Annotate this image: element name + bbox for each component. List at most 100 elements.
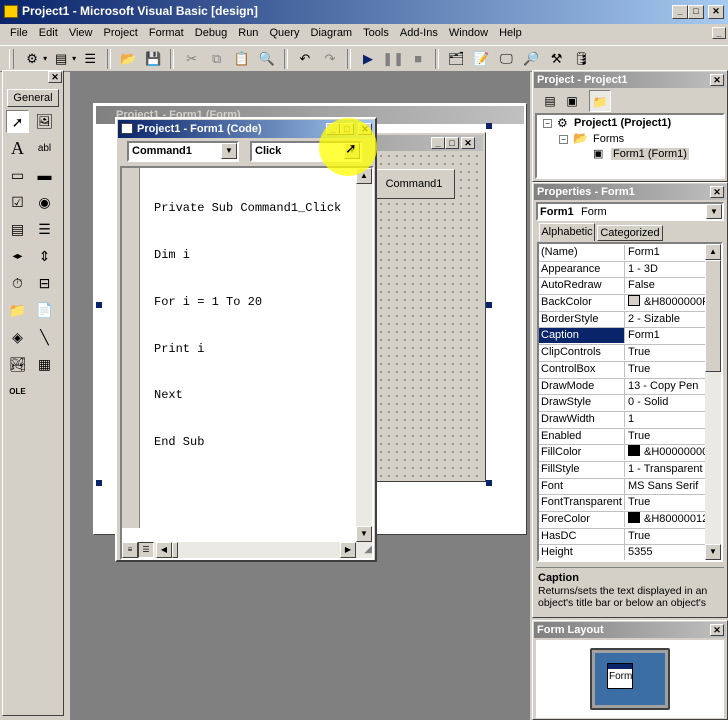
combobox-tool-icon[interactable]: ▤: [6, 218, 29, 241]
break-icon[interactable]: ❚❚: [382, 48, 404, 70]
command1-button[interactable]: Command1: [373, 169, 455, 199]
form-preview[interactable]: Form: [607, 663, 633, 689]
menu-query[interactable]: Query: [266, 24, 304, 42]
toolbox-tab-general[interactable]: General: [7, 89, 59, 107]
property-row[interactable]: DrawStyle 0 - Solid: [539, 395, 705, 412]
paste-icon[interactable]: 📋: [231, 48, 253, 70]
property-row[interactable]: AutoRedraw False: [539, 278, 705, 296]
property-value[interactable]: Form1: [626, 328, 660, 343]
menu-window[interactable]: Window: [445, 24, 492, 42]
shape-tool-icon[interactable]: ◈: [6, 326, 29, 349]
vscrollbar-tool-icon[interactable]: ⇕: [33, 245, 56, 268]
property-value[interactable]: 1: [626, 412, 634, 427]
menu-tools[interactable]: Tools: [359, 24, 393, 42]
menu-help[interactable]: Help: [495, 24, 526, 42]
data-tool-icon[interactable]: ▦: [33, 353, 56, 376]
open-project-icon[interactable]: 📂: [117, 48, 139, 70]
form-layout-icon[interactable]: 🖵: [495, 48, 517, 70]
tree-collapse-icon[interactable]: −: [543, 119, 552, 128]
properties-window-icon[interactable]: 📝: [470, 48, 492, 70]
find-icon[interactable]: 🔍: [256, 48, 278, 70]
property-value[interactable]: True: [626, 362, 650, 377]
prop-scroll-up-icon[interactable]: ▲: [705, 244, 721, 260]
menu-debug[interactable]: Debug: [191, 24, 231, 42]
property-row[interactable]: HasDC True: [539, 528, 705, 546]
view-code-icon[interactable]: ▤: [539, 90, 561, 112]
property-row[interactable]: Height 5355: [539, 545, 705, 560]
object-selector-dropdown-icon[interactable]: ▼: [706, 204, 722, 219]
object-combo-dropdown-icon[interactable]: ▼: [221, 143, 237, 159]
scroll-down-icon[interactable]: ▼: [356, 526, 372, 542]
code-horizontal-scrollbar[interactable]: ≡ ☰ ◀ ▶ ◢: [122, 542, 372, 558]
property-value[interactable]: &H80000012: [626, 512, 705, 527]
object-combo[interactable]: Command1 ▼: [127, 141, 239, 162]
pointer-tool-icon[interactable]: ➚: [6, 110, 29, 133]
property-row[interactable]: ControlBox True: [539, 361, 705, 379]
ole-tool-icon[interactable]: OLE: [6, 380, 29, 403]
save-project-icon[interactable]: 💾: [142, 48, 164, 70]
property-row[interactable]: Caption Form1: [539, 328, 705, 346]
property-value[interactable]: True: [626, 495, 650, 510]
timer-tool-icon[interactable]: ⏱: [6, 272, 29, 295]
property-row[interactable]: Font MS Sans Serif: [539, 478, 705, 496]
picturebox-tool-icon[interactable]: 🖼: [33, 110, 56, 133]
property-row[interactable]: FillStyle 1 - Transparent: [539, 461, 705, 479]
code-vertical-scrollbar[interactable]: ▲ ▼: [356, 168, 372, 542]
selection-handle[interactable]: [486, 480, 492, 486]
tab-categorized[interactable]: Categorized: [597, 225, 663, 241]
data-view-icon[interactable]: 🛢: [571, 48, 593, 70]
undo-icon[interactable]: ↶: [294, 48, 316, 70]
scroll-right-icon[interactable]: ▶: [340, 542, 356, 558]
image-tool-icon[interactable]: 🏞: [6, 353, 29, 376]
add-project-icon[interactable]: ⚙: [21, 48, 43, 70]
project-tree[interactable]: − ⚙ Project1 (Project1) − 📂 Forms ▣ Form…: [535, 113, 725, 179]
cut-icon[interactable]: ✂: [181, 48, 203, 70]
property-value[interactable]: &H00000000: [626, 445, 705, 460]
property-row[interactable]: BorderStyle 2 - Sizable: [539, 311, 705, 329]
property-value[interactable]: False: [626, 278, 655, 293]
property-row[interactable]: FontTransparent True: [539, 495, 705, 512]
frame-tool-icon[interactable]: ▭: [6, 164, 29, 187]
scroll-thumb[interactable]: [172, 542, 178, 558]
property-row[interactable]: Appearance 1 - 3D: [539, 261, 705, 279]
resize-grip-icon[interactable]: ◢: [358, 544, 372, 558]
maximize-button[interactable]: □: [688, 5, 704, 19]
property-value[interactable]: 0 - Solid: [626, 395, 668, 410]
toolbox-close-button[interactable]: ✕: [48, 71, 62, 83]
form-layout-close-button[interactable]: ✕: [710, 624, 724, 636]
menu-edit[interactable]: Edit: [35, 24, 62, 42]
menu-add-ins[interactable]: Add-Ins: [396, 24, 442, 42]
tab-alphabetic[interactable]: Alphabetic: [539, 223, 595, 241]
property-value[interactable]: True: [626, 345, 650, 360]
property-value[interactable]: 1 - 3D: [626, 262, 658, 277]
project-explorer-icon[interactable]: 🗂: [445, 48, 467, 70]
toggle-folders-icon[interactable]: 📁: [589, 90, 611, 112]
property-value[interactable]: &H8000000F: [626, 295, 705, 310]
view-object-icon[interactable]: ▣: [561, 90, 583, 112]
dirlistbox-tool-icon[interactable]: 📁: [6, 299, 29, 322]
property-value[interactable]: 1 - Transparent: [626, 462, 703, 477]
selection-handle[interactable]: [486, 123, 492, 129]
property-value[interactable]: 2 - Sizable: [626, 312, 680, 327]
property-row[interactable]: Enabled True: [539, 428, 705, 446]
filelistbox-tool-icon[interactable]: 📄: [33, 299, 56, 322]
property-value[interactable]: MS Sans Serif: [626, 479, 698, 494]
property-value[interactable]: 5355: [626, 545, 652, 560]
selection-handle[interactable]: [486, 302, 492, 308]
full-module-view-icon[interactable]: ☰: [138, 542, 154, 558]
code-editor[interactable]: Private Sub Command1_Click Dim i For i =…: [120, 166, 374, 560]
form-layout-canvas[interactable]: Form: [536, 640, 724, 718]
project-explorer-close-button[interactable]: ✕: [710, 74, 724, 86]
property-grid[interactable]: (Name) Form1 Appearance 1 - 3D AutoRedraw Fal…: [537, 242, 723, 562]
listbox-tool-icon[interactable]: ☰: [33, 218, 56, 241]
mdi-minimize-button[interactable]: _: [712, 27, 726, 39]
selection-handle[interactable]: [96, 302, 102, 308]
scroll-left-icon[interactable]: ◀: [156, 542, 172, 558]
checkbox-tool-icon[interactable]: ☑: [6, 191, 29, 214]
property-row[interactable]: (Name) Form1: [539, 245, 705, 262]
object-selector[interactable]: Form1 Form ▼: [536, 202, 724, 221]
add-form-icon[interactable]: ▤: [50, 48, 72, 70]
hscrollbar-tool-icon[interactable]: ◂▸: [6, 245, 29, 268]
drivelistbox-tool-icon[interactable]: ⊟: [33, 272, 56, 295]
line-tool-icon[interactable]: ╲: [33, 326, 56, 349]
